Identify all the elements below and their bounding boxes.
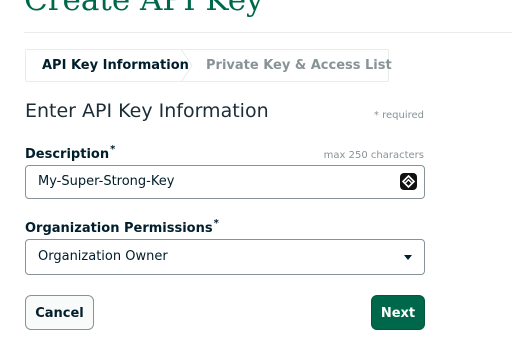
description-input[interactable]: My-Super-Strong-Key <box>25 165 425 199</box>
description-hint: max 250 characters <box>323 150 424 161</box>
description-label: Description* <box>25 144 116 162</box>
required-asterisk: * <box>213 218 219 229</box>
description-value: My-Super-Strong-Key <box>38 174 175 189</box>
org-permissions-select[interactable]: Organization Owner <box>25 239 425 275</box>
required-asterisk: * <box>110 144 116 155</box>
org-permissions-selected: Organization Owner <box>38 249 168 264</box>
org-permissions-label-text: Organization Permissions <box>25 221 213 236</box>
caret-down-icon <box>404 255 412 260</box>
cancel-button[interactable]: Cancel <box>25 295 94 330</box>
step-chevron-icon <box>180 49 193 82</box>
wizard-step-api-key-information[interactable]: API Key Information <box>42 50 189 81</box>
wizard-steps: API Key Information Private Key & Access… <box>25 49 392 82</box>
section-heading: Enter API Key Information <box>25 100 269 122</box>
wizard-step-private-key-access-list[interactable]: Private Key & Access List <box>206 50 392 81</box>
description-label-text: Description <box>25 147 110 162</box>
next-button[interactable]: Next <box>371 295 425 330</box>
page-title: Create API Key <box>24 0 264 18</box>
required-note: * required <box>373 110 424 121</box>
password-manager-icon[interactable] <box>400 173 417 190</box>
header-divider <box>24 32 512 33</box>
org-permissions-label: Organization Permissions* <box>25 218 219 236</box>
